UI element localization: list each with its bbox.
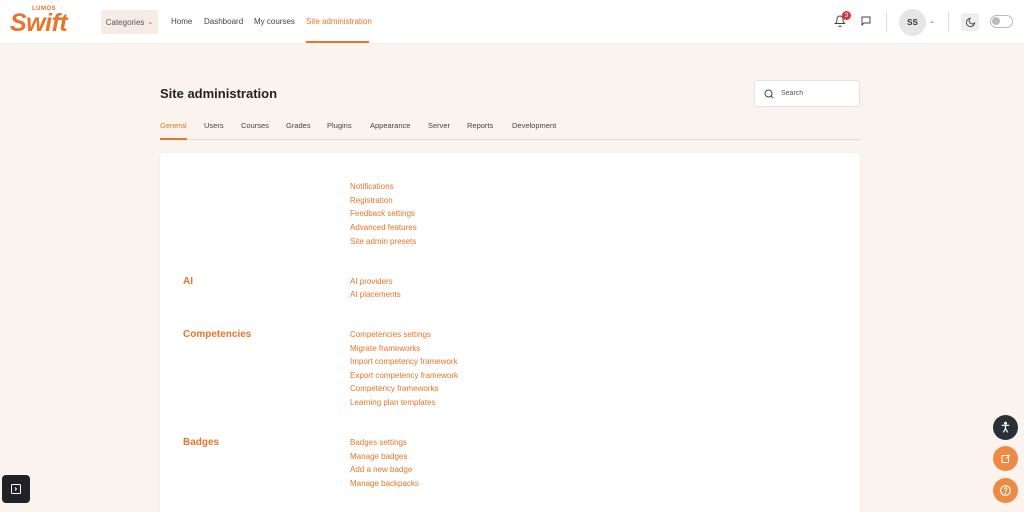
- help-icon: [1000, 485, 1011, 496]
- chevron-down-icon: ⌄: [147, 19, 154, 26]
- navbar-divider: [886, 12, 887, 32]
- navbar-divider: [948, 12, 949, 32]
- moon-icon: [965, 17, 975, 27]
- link-migrate-frameworks[interactable]: Migrate frameworks: [350, 344, 420, 353]
- search-icon: [764, 89, 774, 98]
- search-box[interactable]: [754, 80, 860, 107]
- logo-text: Swift: [10, 9, 68, 37]
- page-title: Site administration: [160, 86, 278, 101]
- link-add-new-badge[interactable]: Add a new badge: [350, 465, 412, 474]
- categories-label: Categories: [105, 17, 145, 27]
- link-export-competency-framework[interactable]: Export competency framework: [350, 371, 458, 380]
- nav-site-administration[interactable]: Site administration: [306, 17, 372, 26]
- tabs-divider: [160, 139, 860, 140]
- chevron-down-icon[interactable]: ⌄: [929, 17, 935, 25]
- tab-server[interactable]: Server: [428, 121, 450, 130]
- link-import-competency-framework[interactable]: Import competency framework: [350, 357, 458, 366]
- link-site-admin-presets[interactable]: Site admin presets: [350, 237, 416, 246]
- section-title-badges[interactable]: Badges: [183, 437, 219, 448]
- tab-grades[interactable]: Grades: [286, 121, 311, 130]
- link-ai-placements[interactable]: AI placements: [350, 290, 401, 299]
- link-manage-badges[interactable]: Manage badges: [350, 452, 407, 461]
- theme-mode-button[interactable]: [961, 13, 979, 31]
- feedback-button[interactable]: [993, 446, 1018, 471]
- drawer-toggle-icon: [11, 484, 21, 494]
- search-input[interactable]: [781, 90, 851, 97]
- top-navbar: LUMOS Swift Categories ⌄ Home Dashboard …: [0, 0, 1024, 44]
- edit-mode-toggle[interactable]: [990, 15, 1013, 28]
- section-title-competencies[interactable]: Competencies: [183, 329, 251, 340]
- tab-courses[interactable]: Courses: [241, 121, 269, 130]
- link-badges-settings[interactable]: Badges settings: [350, 438, 407, 447]
- active-tab-indicator: [160, 138, 187, 140]
- edit-note-icon: [1001, 454, 1010, 463]
- user-avatar[interactable]: SS: [899, 9, 926, 36]
- link-advanced-features[interactable]: Advanced features: [350, 223, 417, 232]
- nav-dashboard[interactable]: Dashboard: [204, 17, 243, 26]
- link-notifications[interactable]: Notifications: [350, 182, 394, 191]
- toggle-knob: [992, 17, 1000, 25]
- active-nav-indicator: [306, 41, 369, 43]
- link-competency-frameworks[interactable]: Competency frameworks: [350, 384, 438, 393]
- nav-my-courses[interactable]: My courses: [254, 17, 295, 26]
- tab-development[interactable]: Development: [512, 121, 556, 130]
- link-ai-providers[interactable]: AI providers: [350, 277, 393, 286]
- link-learning-plan-templates[interactable]: Learning plan templates: [350, 398, 435, 407]
- site-logo[interactable]: LUMOS Swift: [8, 6, 84, 38]
- notification-count-badge: 3: [842, 11, 851, 20]
- messages-button[interactable]: [858, 13, 874, 29]
- link-competencies-settings[interactable]: Competencies settings: [350, 330, 431, 339]
- tab-general[interactable]: General: [160, 121, 187, 130]
- accessibility-button[interactable]: [993, 415, 1018, 440]
- admin-settings-card: [160, 153, 860, 512]
- section-title-ai[interactable]: AI: [183, 276, 193, 287]
- accessibility-icon: [1001, 421, 1010, 433]
- link-manage-backpacks[interactable]: Manage backpacks: [350, 479, 419, 488]
- categories-dropdown[interactable]: Categories ⌄: [101, 10, 158, 34]
- link-feedback-settings[interactable]: Feedback settings: [350, 209, 415, 218]
- tab-plugins[interactable]: Plugins: [327, 121, 352, 130]
- tab-users[interactable]: Users: [204, 121, 224, 130]
- open-drawer-button[interactable]: [2, 475, 30, 503]
- tab-appearance[interactable]: Appearance: [370, 121, 410, 130]
- link-registration[interactable]: Registration: [350, 196, 393, 205]
- nav-home[interactable]: Home: [171, 17, 192, 26]
- help-button[interactable]: [993, 478, 1018, 503]
- tab-reports[interactable]: Reports: [467, 121, 493, 130]
- chat-icon: [861, 16, 871, 27]
